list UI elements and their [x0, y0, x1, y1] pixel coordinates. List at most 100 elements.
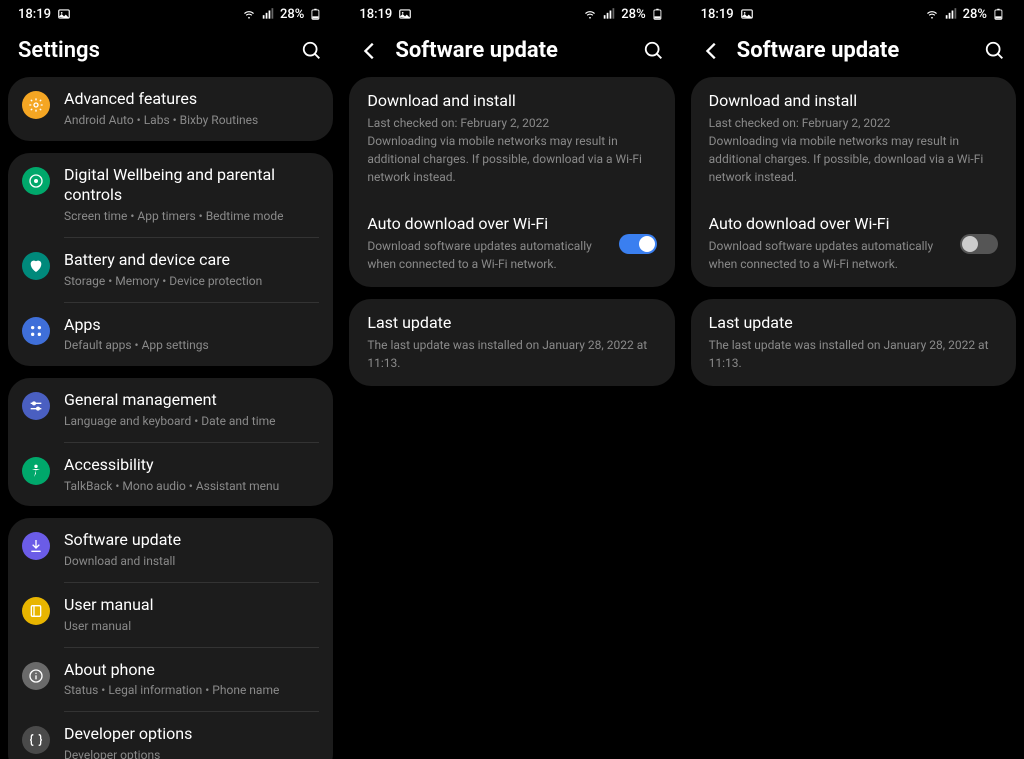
settings-item-software-update[interactable]: Software update Download and install [8, 518, 333, 582]
settings-item-title: Developer options [64, 724, 319, 745]
settings-item-sub: Status • Legal information • Phone name [64, 682, 319, 699]
battery-icon [651, 7, 665, 21]
apps-icon [22, 317, 50, 345]
last-update-item[interactable]: Last update The last update was installe… [691, 299, 1016, 386]
update-group: Download and install Last checked on: Fe… [691, 77, 1016, 287]
image-icon [398, 7, 412, 21]
sliders-icon [22, 392, 50, 420]
item-sub: The last update was installed on January… [367, 336, 656, 372]
settings-item-title: Accessibility [64, 455, 319, 476]
settings-item-general-management[interactable]: General management Language and keyboard… [8, 378, 333, 442]
auto-download-toggle[interactable] [960, 234, 998, 254]
item-title: Auto download over Wi-Fi [367, 214, 606, 233]
update-group: Download and install Last checked on: Fe… [349, 77, 674, 287]
settings-item-sub: Storage • Memory • Device protection [64, 273, 319, 290]
person-icon [22, 457, 50, 485]
heart-icon [22, 252, 50, 280]
settings-item-user-manual[interactable]: User manual User manual [8, 583, 333, 647]
back-icon[interactable] [701, 40, 723, 62]
signal-icon [602, 7, 616, 21]
search-icon[interactable] [301, 40, 323, 62]
software-update-screen-on: 18:19 28% Software update Download and i… [341, 0, 682, 759]
item-title: Download and install [367, 91, 656, 110]
wellbeing-icon [22, 167, 50, 195]
back-icon[interactable] [359, 40, 381, 62]
page-title: Settings [18, 38, 100, 63]
settings-item-sub: Download and install [64, 553, 319, 570]
auto-download-item[interactable]: Auto download over Wi-Fi Download softwa… [691, 200, 1016, 287]
settings-item-title: About phone [64, 660, 319, 681]
settings-item-accessibility[interactable]: Accessibility TalkBack • Mono audio • As… [8, 443, 333, 507]
item-sub: Download software updates automatically … [367, 237, 606, 273]
signal-icon [261, 7, 275, 21]
page-title: Software update [395, 38, 558, 63]
status-time: 18:19 [18, 7, 51, 22]
settings-item-apps[interactable]: Apps Default apps • App settings [8, 303, 333, 367]
settings-header: Settings [0, 28, 341, 77]
settings-item-developer-options[interactable]: Developer options Developer options [8, 712, 333, 759]
settings-item-title: Apps [64, 315, 319, 336]
update-group: Last update The last update was installe… [349, 299, 674, 386]
settings-item-title: Advanced features [64, 89, 319, 110]
settings-item-sub: Developer options [64, 747, 319, 759]
settings-item-advanced-features[interactable]: Advanced features Android Auto • Labs • … [8, 77, 333, 141]
status-bar: 18:19 28% [683, 0, 1024, 28]
settings-group: Advanced features Android Auto • Labs • … [8, 77, 333, 141]
image-icon [57, 7, 71, 21]
battery-icon [992, 7, 1006, 21]
settings-item-title: Software update [64, 530, 319, 551]
settings-item-sub: Android Auto • Labs • Bixby Routines [64, 112, 319, 129]
battery-icon [309, 7, 323, 21]
gear-icon [22, 91, 50, 119]
battery-percent: 28% [621, 7, 645, 22]
settings-item-about-phone[interactable]: About phone Status • Legal information •… [8, 648, 333, 712]
settings-group: General management Language and keyboard… [8, 378, 333, 506]
status-time: 18:19 [701, 7, 734, 22]
update-group: Last update The last update was installe… [691, 299, 1016, 386]
last-update-item[interactable]: Last update The last update was installe… [349, 299, 674, 386]
wifi-icon [583, 7, 597, 21]
battery-percent: 28% [280, 7, 304, 22]
item-title: Last update [709, 313, 998, 332]
software-update-screen-off: 18:19 28% Software update Download and i… [683, 0, 1024, 759]
settings-screen: 18:19 28% Settings Advanced features And… [0, 0, 341, 759]
auto-download-toggle[interactable] [619, 234, 657, 254]
signal-icon [944, 7, 958, 21]
settings-item-sub: Screen time • App timers • Bedtime mode [64, 208, 319, 225]
info-icon [22, 662, 50, 690]
settings-item-sub: Language and keyboard • Date and time [64, 413, 319, 430]
settings-item-battery-care[interactable]: Battery and device care Storage • Memory… [8, 238, 333, 302]
wifi-icon [242, 7, 256, 21]
settings-list: Advanced features Android Auto • Labs • … [0, 77, 341, 759]
item-title: Auto download over Wi-Fi [709, 214, 948, 233]
wifi-icon [925, 7, 939, 21]
settings-item-title: General management [64, 390, 319, 411]
download-icon [22, 532, 50, 560]
status-bar: 18:19 28% [341, 0, 682, 28]
book-icon [22, 597, 50, 625]
item-title: Download and install [709, 91, 998, 110]
status-bar: 18:19 28% [0, 0, 341, 28]
settings-item-title: Digital Wellbeing and parental controls [64, 165, 319, 207]
download-install-item[interactable]: Download and install Last checked on: Fe… [349, 77, 674, 200]
auto-download-item[interactable]: Auto download over Wi-Fi Download softwa… [349, 200, 674, 287]
settings-item-sub: Default apps • App settings [64, 337, 319, 354]
search-icon[interactable] [643, 40, 665, 62]
search-icon[interactable] [984, 40, 1006, 62]
status-time: 18:19 [359, 7, 392, 22]
settings-group: Software update Download and install Use… [8, 518, 333, 759]
item-line: Downloading via mobile networks may resu… [709, 132, 998, 186]
settings-item-sub: TalkBack • Mono audio • Assistant menu [64, 478, 319, 495]
item-line: Last checked on: February 2, 2022 [709, 114, 998, 132]
page-header: Software update [341, 28, 682, 77]
settings-group: Digital Wellbeing and parental controls … [8, 153, 333, 367]
image-icon [740, 7, 754, 21]
item-title: Last update [367, 313, 656, 332]
page-header: Software update [683, 28, 1024, 77]
download-install-item[interactable]: Download and install Last checked on: Fe… [691, 77, 1016, 200]
settings-item-digital-wellbeing[interactable]: Digital Wellbeing and parental controls … [8, 153, 333, 237]
page-title: Software update [737, 38, 900, 63]
item-line: Last checked on: February 2, 2022 [367, 114, 656, 132]
braces-icon [22, 726, 50, 754]
item-sub: Download software updates automatically … [709, 237, 948, 273]
